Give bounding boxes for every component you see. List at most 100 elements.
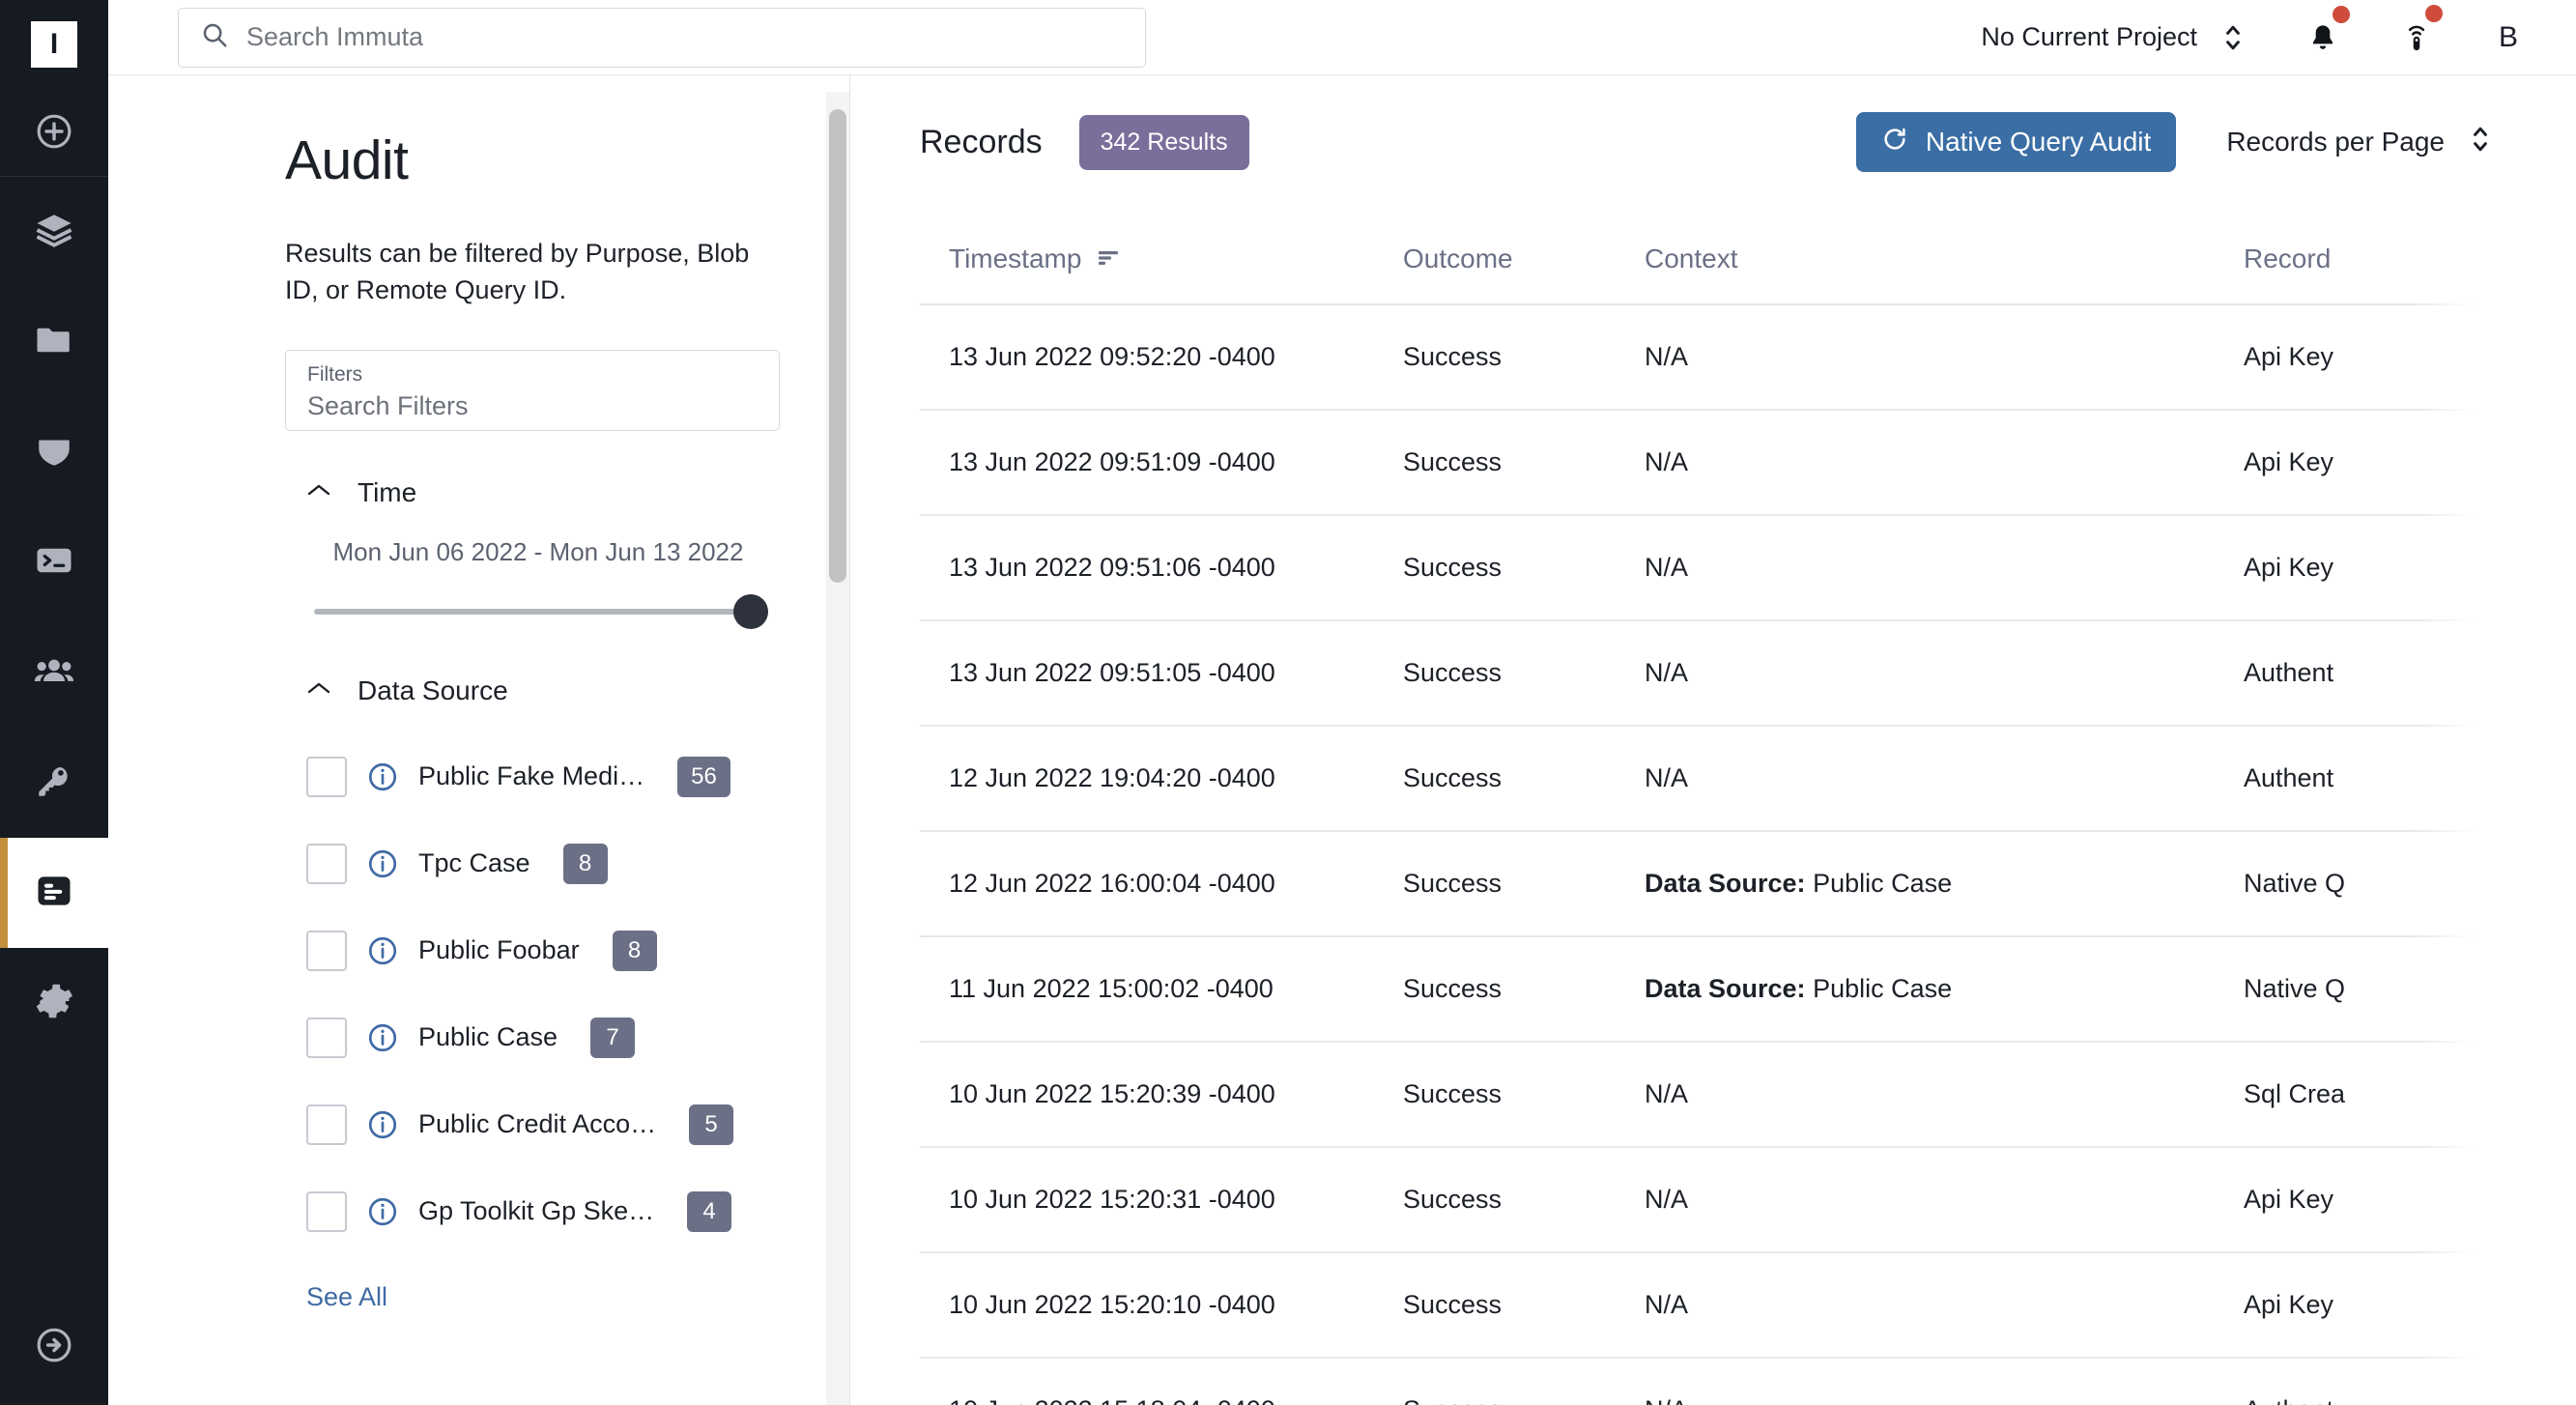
data-source-checkbox[interactable] (306, 1104, 347, 1145)
time-slider-thumb[interactable] (733, 593, 768, 629)
sidebar-item-queries[interactable] (0, 507, 108, 617)
data-source-checkbox[interactable] (306, 756, 347, 797)
column-header-outcome[interactable]: Outcome (1403, 209, 1645, 305)
sidebar-item-identity[interactable] (0, 728, 108, 838)
table-row[interactable]: 12 Jun 2022 16:00:04 -0400 Success Data So… (920, 831, 2499, 937)
native-query-audit-button[interactable]: Native Query Audit (1855, 112, 2177, 172)
notifications-button[interactable] (2307, 5, 2350, 54)
sort-descending-icon[interactable] (1097, 244, 1122, 274)
data-source-filter-count: 4 (687, 1190, 732, 1232)
context-value: N/A (1645, 447, 1689, 476)
column-header-context[interactable]: Context (1645, 209, 2244, 305)
context-value: Public Case (1813, 869, 1953, 898)
data-source-filter-label: Public Fake Medi… (418, 761, 645, 791)
cell-record: Authent (2244, 620, 2499, 727)
data-source-filter-row[interactable]: Public Fake Medi… 56 (285, 733, 791, 820)
table-row[interactable]: 11 Jun 2022 15:00:02 -0400 Success Data So… (920, 936, 2499, 1043)
immuta-logo[interactable]: I (31, 21, 77, 68)
filter-panel-scrollbar-thumb[interactable] (829, 109, 846, 583)
info-icon[interactable] (366, 1021, 399, 1054)
avatar[interactable]: B (2499, 21, 2518, 54)
table-row[interactable]: 12 Jun 2022 19:04:20 -0400 Success N/A Auth… (920, 726, 2499, 832)
cell-record: Api Key (2244, 515, 2499, 621)
data-source-filter-row[interactable]: Tpc Case 8 (285, 820, 791, 907)
table-row[interactable]: 13 Jun 2022 09:52:20 -0400 Success N/A Api … (920, 304, 2499, 411)
cell-outcome: Success (1403, 726, 1645, 832)
project-selector-button[interactable] (2222, 21, 2244, 54)
data-source-filter-row[interactable]: Gp Toolkit Gp Ske… 4 (285, 1168, 791, 1255)
see-all-link[interactable]: See All (285, 1282, 791, 1312)
cell-timestamp: 10 Jun 2022 15:18:04 -0400 (920, 1358, 1403, 1405)
sidebar-item-policies[interactable] (0, 397, 108, 507)
cell-timestamp: 12 Jun 2022 19:04:20 -0400 (920, 726, 1403, 832)
audit-icon (33, 870, 75, 917)
column-header-record[interactable]: Record (2244, 209, 2499, 305)
info-icon[interactable] (366, 760, 399, 793)
content-row: Audit Results can be filtered by Purpose… (108, 75, 2576, 1405)
cell-context: N/A (1645, 726, 2244, 832)
global-search-box[interactable] (178, 7, 1146, 68)
table-row[interactable]: 13 Jun 2022 09:51:09 -0400 Success N/A Api … (920, 410, 2499, 516)
sidebar-item-projects[interactable] (0, 287, 108, 397)
table-row[interactable]: 10 Jun 2022 15:20:39 -0400 Success N/A Sql … (920, 1042, 2499, 1148)
data-source-filter-row[interactable]: Public Foobar 8 (285, 907, 791, 994)
cell-context: N/A (1645, 515, 2244, 621)
table-row[interactable]: 13 Jun 2022 09:51:06 -0400 Success N/A Api … (920, 515, 2499, 621)
table-row[interactable]: 10 Jun 2022 15:20:31 -0400 Success N/A Api … (920, 1147, 2499, 1253)
sidebar-item-audit[interactable] (0, 838, 108, 948)
cell-timestamp: 13 Jun 2022 09:51:09 -0400 (920, 410, 1403, 516)
data-source-checkbox[interactable] (306, 843, 347, 884)
data-source-filter-count: 56 (677, 756, 730, 797)
search-icon (200, 20, 229, 54)
records-actions: Native Query Audit Records per Page (1855, 112, 2576, 172)
native-query-audit-label: Native Query Audit (1925, 127, 2152, 157)
table-row[interactable]: 13 Jun 2022 09:51:05 -0400 Success N/A Auth… (920, 620, 2499, 727)
key-icon (34, 760, 74, 806)
filters-field-placeholder: Search Filters (307, 390, 469, 420)
sidebar-item-logout[interactable] (0, 1289, 108, 1405)
sidebar-item-data-sources[interactable] (0, 177, 108, 287)
time-slider-track (314, 608, 768, 615)
cell-outcome: Success (1403, 304, 1645, 411)
table-row[interactable]: 10 Jun 2022 15:18:04 -0400SuccessN/A Auth… (920, 1358, 2499, 1405)
table-row[interactable]: 10 Jun 2022 15:20:10 -0400 Success N/A Api … (920, 1252, 2499, 1359)
records-per-page-selector[interactable]: Records per Page (2226, 123, 2491, 162)
data-source-checkbox[interactable] (306, 930, 347, 971)
time-section-header[interactable]: Time (285, 477, 791, 508)
info-icon[interactable] (366, 1195, 399, 1228)
data-source-checkbox[interactable] (306, 1017, 347, 1058)
data-source-checkbox[interactable] (306, 1190, 347, 1232)
sidebar-item-settings[interactable] (0, 948, 108, 1058)
data-source-section-header[interactable]: Data Source (285, 675, 791, 706)
data-source-filter-row[interactable]: Public Credit Acco… 5 (285, 1081, 791, 1168)
chevron-up-icon (306, 680, 331, 701)
current-project-label: No Current Project (1981, 22, 2197, 51)
records-table: Timestamp Outcome Context Record 13 Jun … (920, 209, 2499, 1405)
results-count-badge: 342 Results (1078, 114, 1249, 170)
sidebar-item-people[interactable] (0, 617, 108, 728)
filter-panel-scrollbar[interactable] (826, 92, 849, 1405)
info-icon[interactable] (366, 1108, 399, 1141)
sidebar-item-add[interactable] (0, 92, 108, 177)
broadcast-button[interactable] (2402, 4, 2443, 55)
records-table-scroll[interactable]: Timestamp Outcome Context Record 13 Jun … (920, 209, 2499, 1405)
data-source-filter-row[interactable]: Public Case 7 (285, 994, 791, 1081)
context-value: N/A (1645, 1185, 1689, 1214)
app-root: I Search Immuta No Current Project B Aud… (0, 0, 2576, 1405)
search-input[interactable] (246, 22, 1124, 52)
info-icon[interactable] (366, 934, 399, 967)
broadcast-alert-dot (2424, 4, 2443, 22)
cell-outcome: Success (1403, 936, 1645, 1043)
time-slider[interactable] (314, 593, 768, 629)
context-value: N/A (1645, 553, 1689, 582)
cell-record: Api Key (2244, 1147, 2499, 1253)
cell-context: N/A (1645, 410, 2244, 516)
shield-icon (34, 430, 74, 475)
info-icon[interactable] (366, 847, 399, 880)
filters-search-field[interactable]: Filters Search Filters (285, 349, 780, 431)
top-bar: No Current Project B (108, 0, 2576, 75)
column-header-timestamp[interactable]: Timestamp (920, 209, 1403, 305)
context-value: Public Case (1813, 974, 1953, 1003)
cell-outcome: Success (1403, 1042, 1645, 1148)
cell-timestamp: 10 Jun 2022 15:20:10 -0400 (920, 1252, 1403, 1359)
